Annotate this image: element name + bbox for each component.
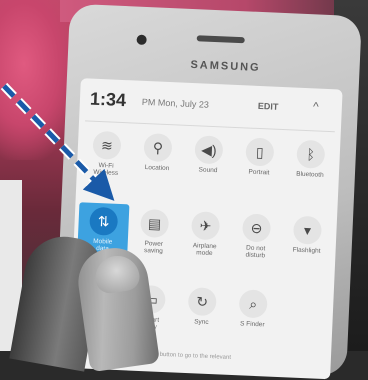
arrow-line — [2, 84, 115, 201]
dashed-arrow-annotation — [0, 82, 115, 201]
